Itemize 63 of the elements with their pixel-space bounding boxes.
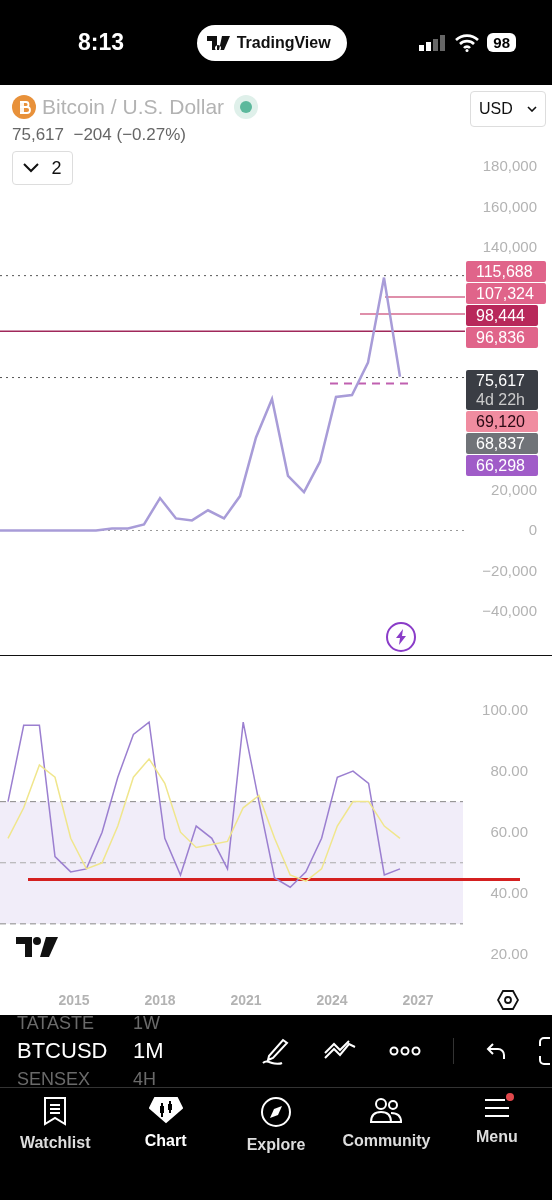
time-label: 2021 — [230, 992, 262, 1008]
axis-label: 100.00 — [482, 701, 528, 718]
compass-icon — [260, 1096, 292, 1128]
bookmark-list-icon — [43, 1096, 68, 1126]
app-logo-icon — [206, 35, 231, 50]
interval[interactable]: 4H — [133, 1068, 156, 1090]
bitcoin-icon — [12, 95, 36, 119]
fullscreen-icon[interactable] — [538, 1036, 552, 1066]
chevron-down-icon — [23, 163, 40, 173]
tab-bar-item[interactable]: Chart — [110, 1096, 221, 1160]
settings-icon[interactable] — [497, 989, 519, 1011]
interval[interactable]: 1W — [133, 1012, 160, 1034]
undo-icon[interactable] — [486, 1042, 506, 1060]
axis-label: 0 — [528, 521, 537, 539]
axis-label: 60.00 — [490, 823, 528, 841]
time-label: 2018 — [144, 992, 176, 1008]
axis-label: −20,000 — [482, 561, 537, 579]
battery-level: 98 — [487, 33, 516, 52]
candlestick-icon — [148, 1096, 183, 1124]
interval[interactable]: 1M — [133, 1038, 164, 1064]
time-label: 2015 — [58, 992, 90, 1008]
price-tag: 66,298 — [466, 455, 538, 476]
people-icon — [369, 1096, 404, 1124]
symbol-title: Bitcoin / U.S. Dollar — [42, 95, 225, 119]
price-tag: 115,688 — [466, 261, 546, 282]
time-label: 2024 — [316, 992, 348, 1008]
signal-icon — [419, 34, 448, 51]
price-change: 75,617 −204 (−0.27%) — [12, 125, 187, 145]
price-tag: 75,617 4d 22h — [466, 370, 538, 410]
price-tag: 107,324 — [466, 283, 546, 304]
axis-label: 20.00 — [490, 945, 528, 963]
tab-bar-item[interactable]: Explore — [220, 1096, 332, 1160]
app-pill[interactable]: TradingView — [196, 24, 347, 61]
time-label: 2027 — [402, 992, 434, 1008]
price-tag: 98,444 — [466, 305, 538, 326]
axis-label: 160,000 — [482, 197, 537, 215]
axis-label: −40,000 — [482, 602, 537, 620]
tradingview-logo — [16, 937, 58, 957]
notification-dot — [505, 1093, 514, 1101]
axis-label: 20,000 — [491, 481, 537, 499]
tab-bar-item[interactable]: Watchlist — [0, 1096, 111, 1160]
lightning-icon — [395, 629, 407, 645]
axis-label: 80.00 — [490, 762, 528, 780]
axis-label: 40.00 — [490, 884, 528, 902]
symbol-name[interactable]: TATASTE — [17, 1012, 109, 1034]
price-tag: 96,836 — [466, 327, 538, 348]
symbol-name[interactable]: BTCUSD — [17, 1038, 109, 1064]
price-tag: 68,837 — [466, 433, 538, 454]
tab-bar-item[interactable]: Menu — [441, 1096, 552, 1160]
chevron-down-icon — [527, 106, 537, 112]
axis-label: 180,000 — [482, 157, 537, 175]
symbol-name[interactable]: SENSEX — [17, 1068, 109, 1090]
tab-bar-item[interactable]: Community — [331, 1096, 442, 1160]
price-tag: 69,120 — [466, 411, 538, 432]
collapse-button[interactable]: 2 — [12, 151, 73, 185]
axis-label: 140,000 — [482, 238, 537, 256]
pen-icon[interactable] — [261, 1036, 291, 1066]
more-icon[interactable] — [389, 1046, 421, 1056]
lightning-button[interactable] — [386, 622, 416, 652]
clock: 8:13 — [78, 29, 125, 56]
wifi-icon — [455, 33, 480, 52]
currency-select[interactable]: USD — [470, 91, 546, 127]
menu-icon — [482, 1096, 511, 1120]
